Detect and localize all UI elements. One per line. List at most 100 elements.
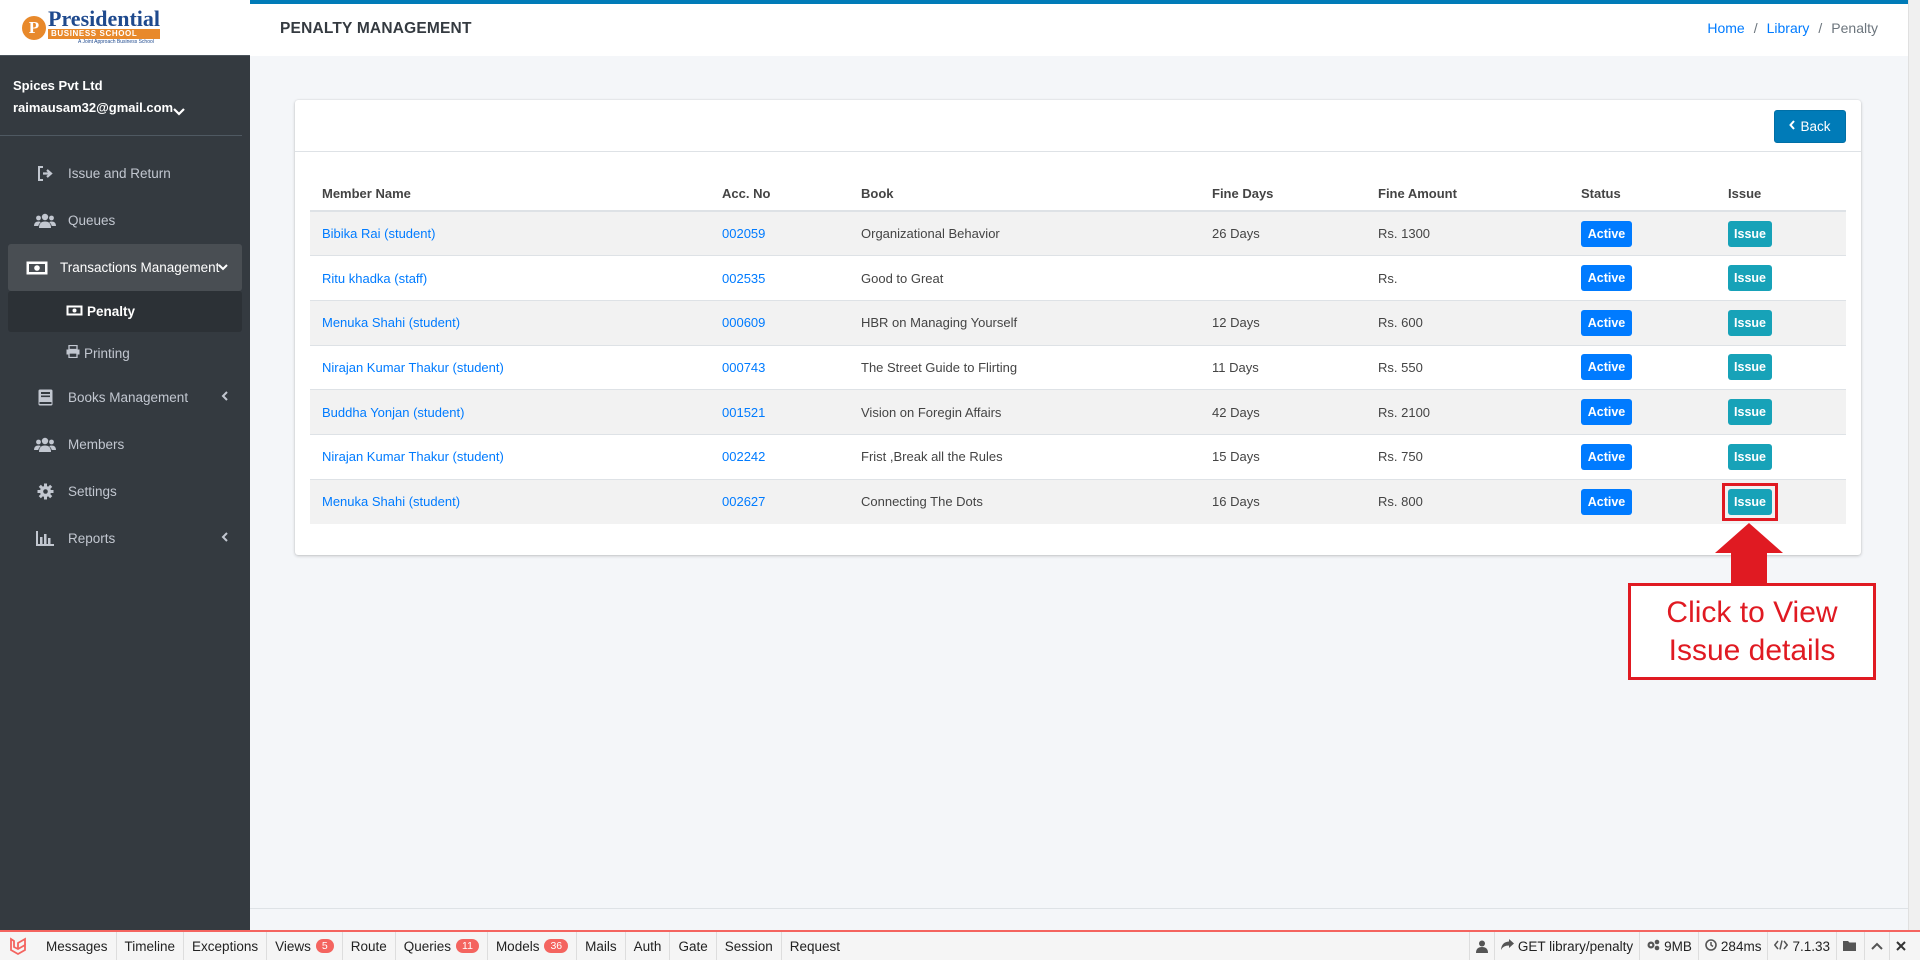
money-bill-icon: [26, 261, 48, 275]
card-header: Back: [295, 100, 1861, 152]
debugbar-tab-auth[interactable]: Auth: [626, 932, 671, 960]
status-active-button[interactable]: Active: [1581, 488, 1632, 515]
user-dropdown-caret-icon[interactable]: [173, 103, 185, 119]
member-link[interactable]: Ritu khadka (staff): [322, 271, 427, 286]
debugbar-close-icon[interactable]: [1889, 932, 1920, 960]
sidebar-subitem-printing[interactable]: Printing: [8, 332, 242, 374]
debugbar-tab-label: Session: [724, 938, 773, 954]
member-link[interactable]: Menuka Shahi (student): [322, 315, 460, 330]
debugbar-tab-label: Models: [495, 938, 540, 954]
laravel-logo-icon[interactable]: [0, 932, 38, 960]
page-title: PENALTY MANAGEMENT: [280, 20, 472, 37]
sidebar-item-queues[interactable]: Queues: [8, 197, 242, 244]
issue-button[interactable]: Issue: [1728, 488, 1772, 515]
debugbar-tab-route[interactable]: Route: [343, 932, 396, 960]
logo-badge: P: [22, 15, 46, 40]
fine-amount-cell: Rs. 2100: [1366, 389, 1569, 435]
fine-days-cell: 16 Days: [1200, 478, 1366, 524]
debugbar-tab-models[interactable]: Models 36: [488, 932, 578, 960]
debugbar-php-version[interactable]: 7.1.33: [1767, 932, 1836, 960]
chevron-left-icon: [1789, 120, 1796, 133]
cogs-icon: [1646, 939, 1660, 954]
sidebar-item-label: Members: [68, 437, 125, 452]
member-link[interactable]: Bibika Rai (student): [322, 226, 435, 241]
sidebar-item-settings[interactable]: Settings: [8, 468, 242, 515]
debugbar-tab-session[interactable]: Session: [717, 932, 782, 960]
back-button[interactable]: Back: [1774, 110, 1846, 143]
debugbar-open-folder-icon[interactable]: [1836, 932, 1864, 960]
book-cell: Good to Great: [849, 255, 1200, 301]
topbar: PENALTY MANAGEMENT Home / Library / Pena…: [250, 0, 1908, 56]
debugbar-memory-info[interactable]: 9MB: [1639, 932, 1698, 960]
debugbar-tab-queries[interactable]: Queries 11: [396, 932, 488, 960]
acc-no-link[interactable]: 002627: [722, 494, 765, 509]
fine-amount-cell: Rs. 750: [1366, 433, 1569, 480]
code-icon: [1774, 939, 1789, 953]
chevron-left-icon: [221, 391, 228, 404]
page-scrollbar[interactable]: [1908, 0, 1920, 930]
debugbar-tab-request[interactable]: Request: [782, 932, 848, 960]
debugbar-restore-icon[interactable]: [1864, 932, 1889, 960]
print-icon: [66, 344, 80, 361]
sidebar-item-reports[interactable]: Reports: [8, 515, 242, 562]
issue-button[interactable]: Issue: [1728, 354, 1772, 381]
fine-amount-cell: Rs.: [1366, 255, 1569, 301]
sidebar-item-members[interactable]: Members: [8, 421, 242, 468]
acc-no-link[interactable]: 001521: [722, 405, 765, 420]
debugbar-time-info[interactable]: 284ms: [1697, 932, 1768, 960]
debugbar-tab-messages[interactable]: Messages: [38, 932, 117, 960]
debugbar-memory-label: 9MB: [1664, 938, 1692, 954]
member-link[interactable]: Nirajan Kumar Thakur (student): [322, 449, 504, 464]
member-link[interactable]: Buddha Yonjan (student): [322, 405, 464, 420]
status-active-button[interactable]: Active: [1581, 443, 1632, 470]
issue-button[interactable]: Issue: [1728, 265, 1772, 292]
fine-amount-cell: Rs. 800: [1366, 478, 1569, 524]
sidebar-item-books-management[interactable]: Books Management: [8, 374, 242, 421]
acc-no-link[interactable]: 000743: [722, 360, 765, 375]
sidebar-nav: Issue and Return Queues Transactions Man…: [0, 150, 250, 562]
acc-no-link[interactable]: 002242: [722, 449, 765, 464]
member-link[interactable]: Nirajan Kumar Thakur (student): [322, 360, 504, 375]
sidebar-item-label: Books Management: [68, 390, 189, 405]
status-active-button[interactable]: Active: [1581, 265, 1632, 292]
money-bill-icon: [66, 305, 83, 319]
column-header-member-name: Member Name: [310, 176, 710, 212]
sidebar-item-issue-and-return[interactable]: Issue and Return: [8, 150, 242, 197]
table-row: Ritu khadka (staff) 002535 Good to Great…: [310, 255, 1846, 301]
sign-out-icon: [34, 166, 56, 181]
book-icon: [34, 389, 56, 406]
debugbar-tab-gate[interactable]: Gate: [670, 932, 717, 960]
sidebar-item-label: Transactions Management: [60, 260, 220, 275]
brand-logo-area[interactable]: P Presidential BUSINESS SCHOOL A Joint A…: [0, 0, 250, 56]
penalty-table: Member Name Acc. No Book Fine Days Fine …: [310, 176, 1846, 524]
issue-button[interactable]: Issue: [1728, 399, 1772, 426]
status-active-button[interactable]: Active: [1581, 220, 1632, 247]
debugbar-request-info[interactable]: GET library/penalty: [1493, 932, 1639, 960]
sidebar-item-label: Reports: [68, 531, 116, 546]
debugbar-tab-exceptions[interactable]: Exceptions: [184, 932, 268, 960]
debugbar-tab-mails[interactable]: Mails: [577, 932, 626, 960]
sidebar-item-transactions-management[interactable]: Transactions Management: [8, 244, 242, 291]
status-active-button[interactable]: Active: [1581, 309, 1632, 336]
debugbar-tab-label: Timeline: [124, 938, 176, 954]
school-logo[interactable]: P Presidential BUSINESS SCHOOL A Joint A…: [22, 8, 161, 46]
debugbar-tab-timeline[interactable]: Timeline: [117, 932, 185, 960]
issue-button[interactable]: Issue: [1728, 443, 1772, 470]
sidebar-subitem-penalty[interactable]: Penalty: [8, 291, 242, 332]
status-active-button[interactable]: Active: [1581, 354, 1632, 381]
issue-button[interactable]: Issue: [1728, 309, 1772, 336]
acc-no-link[interactable]: 002059: [722, 226, 765, 241]
debugbar-tab-views[interactable]: Views 5: [267, 932, 343, 960]
status-active-button[interactable]: Active: [1581, 399, 1632, 426]
breadcrumb-home-link[interactable]: Home: [1707, 20, 1744, 36]
book-cell: HBR on Managing Yourself: [849, 299, 1200, 346]
annotation-arrow-head: [1715, 523, 1783, 553]
member-link[interactable]: Menuka Shahi (student): [322, 494, 460, 509]
debugbar-user-icon[interactable]: [1468, 932, 1494, 960]
book-cell: The Street Guide to Flirting: [849, 344, 1200, 390]
breadcrumb-library-link[interactable]: Library: [1767, 20, 1810, 36]
acc-no-link[interactable]: 000609: [722, 315, 765, 330]
debugbar-tab-label: Route: [350, 938, 387, 954]
issue-button[interactable]: Issue: [1728, 220, 1772, 247]
acc-no-link[interactable]: 002535: [722, 271, 765, 286]
